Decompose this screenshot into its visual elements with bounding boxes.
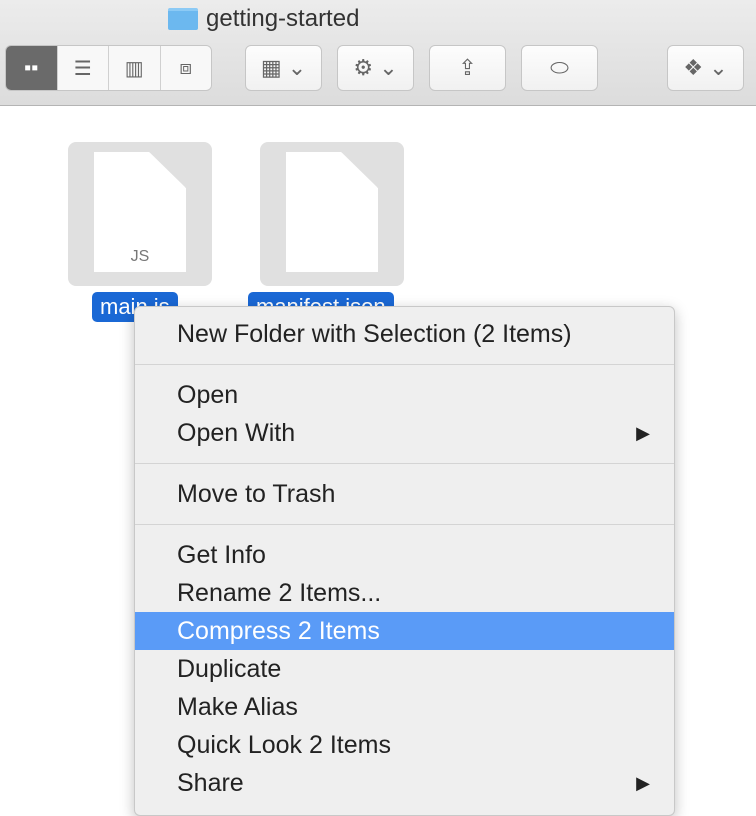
document-icon [286,152,378,272]
menu-item-duplicate[interactable]: Duplicate [135,650,674,688]
menu-item-label: Share [177,769,244,797]
icon-view-button[interactable]: ▪▪ [6,46,57,90]
column-view-button[interactable]: ▥ [108,46,160,90]
finder-toolbar: getting-started ▪▪ ☰ ▥ ⧈ ▦ ⌄ ⚙ ⌄ ⇪ ⬭ ❖ ⌄ [0,0,756,106]
chevron-down-icon: ⌄ [287,55,307,80]
tag-icon: ⬭ [550,55,569,80]
chevron-down-icon: ⌄ [379,55,398,80]
dropbox-icon: ❖ [683,55,704,80]
share-button[interactable]: ⇪ [429,45,506,91]
cover-flow-button[interactable]: ⧈ [159,46,211,90]
menu-item-compress[interactable]: Compress 2 Items [135,612,674,650]
gear-icon: ⚙ [353,55,374,80]
list-view-button[interactable]: ☰ [56,46,108,90]
file-item-manifest-json[interactable] [260,142,404,286]
menu-separator [135,463,674,464]
js-file-icon: JS [94,152,186,272]
context-menu: New Folder with Selection (2 Items) Open… [134,306,675,816]
menu-item-label: Open With [177,419,296,447]
menu-item-open-with[interactable]: Open With ▶ [135,414,674,452]
dropbox-button[interactable]: ❖ ⌄ [667,45,744,91]
menu-item-open[interactable]: Open [135,376,674,414]
share-icon: ⇪ [458,55,477,80]
window-title: getting-started [168,4,359,34]
menu-separator [135,364,674,365]
tags-button[interactable]: ⬭ [521,45,598,91]
submenu-arrow-icon: ▶ [636,773,650,793]
chevron-down-icon: ⌄ [709,55,728,80]
folder-icon [168,8,198,30]
file-item-main-js[interactable]: JS [68,142,212,286]
menu-item-get-info[interactable]: Get Info [135,536,674,574]
arrange-button[interactable]: ▦ ⌄ [245,45,322,91]
action-button[interactable]: ⚙ ⌄ [337,45,414,91]
view-switcher: ▪▪ ☰ ▥ ⧈ [5,45,212,91]
window-title-text: getting-started [206,5,360,32]
submenu-arrow-icon: ▶ [636,423,650,443]
menu-item-quick-look[interactable]: Quick Look 2 Items [135,726,674,764]
menu-item-move-to-trash[interactable]: Move to Trash [135,475,674,513]
menu-separator [135,524,674,525]
grid-icon: ▦ [260,55,282,80]
menu-item-new-folder-with-selection[interactable]: New Folder with Selection (2 Items) [135,315,674,353]
menu-item-share[interactable]: Share ▶ [135,764,674,802]
menu-item-make-alias[interactable]: Make Alias [135,688,674,726]
menu-item-rename[interactable]: Rename 2 Items... [135,574,674,612]
